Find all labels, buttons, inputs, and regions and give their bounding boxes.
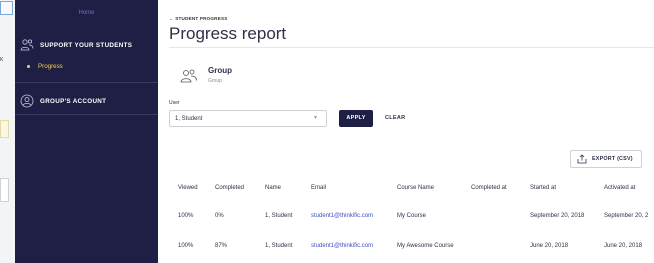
breadcrumb-label: STUDENT PROGRESS — [175, 16, 228, 21]
cell-activated-at: June 20, 2018 — [604, 243, 643, 249]
group-icon — [180, 69, 197, 83]
cell-email-link[interactable]: student1@thinkific.com — [311, 243, 373, 249]
cell-completed: 87% — [215, 243, 228, 249]
group-name: Group — [208, 66, 232, 75]
back-arrow-icon: ← — [169, 16, 174, 21]
column-header-started-at: Started at — [530, 185, 557, 191]
cell-started-at: September 20, 2018 — [530, 213, 585, 219]
user-filter-label: User — [169, 100, 180, 106]
group-subtitle: Group — [208, 78, 222, 84]
background-app-field — [0, 120, 9, 138]
active-dot-icon — [27, 65, 30, 68]
sidebar-item-label: Progress — [38, 63, 63, 70]
column-header-completed-at: Completed at — [471, 185, 507, 191]
background-app-letter: K — [0, 57, 4, 63]
column-header-viewed: Viewed — [178, 185, 198, 191]
sidebar-item-label: GROUP'S ACCOUNT — [40, 97, 107, 105]
user-circle-icon — [20, 94, 34, 108]
title-divider — [169, 47, 654, 48]
column-header-completed: Completed — [215, 185, 245, 191]
user-select-value: 1, Student — [175, 116, 203, 122]
user-select[interactable]: 1, Student ▼ — [169, 110, 327, 127]
cell-completed: 0% — [215, 213, 224, 219]
export-csv-button[interactable]: EXPORT (CSV) — [570, 150, 642, 168]
background-app-strip: K — [0, 0, 16, 263]
export-icon — [577, 154, 587, 164]
cell-email-link[interactable]: student1@thinkific.com — [311, 213, 373, 219]
cell-name: 1, Student — [265, 243, 293, 249]
chevron-down-icon: ▼ — [313, 115, 318, 121]
cell-viewed: 100% — [178, 213, 194, 219]
people-icon — [20, 39, 34, 51]
sidebar-divider — [15, 114, 158, 115]
background-app-field — [0, 178, 9, 202]
sidebar-section-label: SUPPORT YOUR STUDENTS — [40, 41, 133, 49]
cell-started-at: June 20, 2018 — [530, 243, 569, 249]
export-label: EXPORT (CSV) — [592, 156, 633, 162]
cell-activated-at: September 20, 2 — [604, 213, 649, 219]
column-header-course-name: Course Name — [397, 185, 435, 191]
breadcrumb[interactable]: ← STUDENT PROGRESS — [169, 16, 228, 21]
sidebar-section-support: SUPPORT YOUR STUDENTS — [20, 38, 132, 52]
clear-button[interactable]: CLEAR — [385, 115, 405, 121]
sidebar-item-groups-account[interactable]: GROUP'S ACCOUNT — [20, 94, 106, 108]
sidebar-item-progress[interactable]: Progress — [27, 63, 63, 70]
sidebar: Home SUPPORT YOUR STUDENTS Progress GROU… — [15, 0, 158, 263]
sidebar-home-link[interactable]: Home — [15, 10, 158, 16]
cell-course-name: My Awesome Course — [397, 243, 454, 249]
cell-name: 1, Student — [265, 213, 293, 219]
column-header-activated-at: Activated at — [604, 185, 636, 191]
page-title: Progress report — [169, 24, 287, 43]
cell-course-name: My Course — [397, 213, 427, 219]
cell-viewed: 100% — [178, 243, 194, 249]
sidebar-divider — [15, 82, 158, 83]
column-header-email: Email — [311, 185, 327, 191]
column-header-name: Name — [265, 185, 282, 191]
background-app-chip — [0, 1, 13, 15]
apply-button[interactable]: APPLY — [339, 110, 373, 127]
